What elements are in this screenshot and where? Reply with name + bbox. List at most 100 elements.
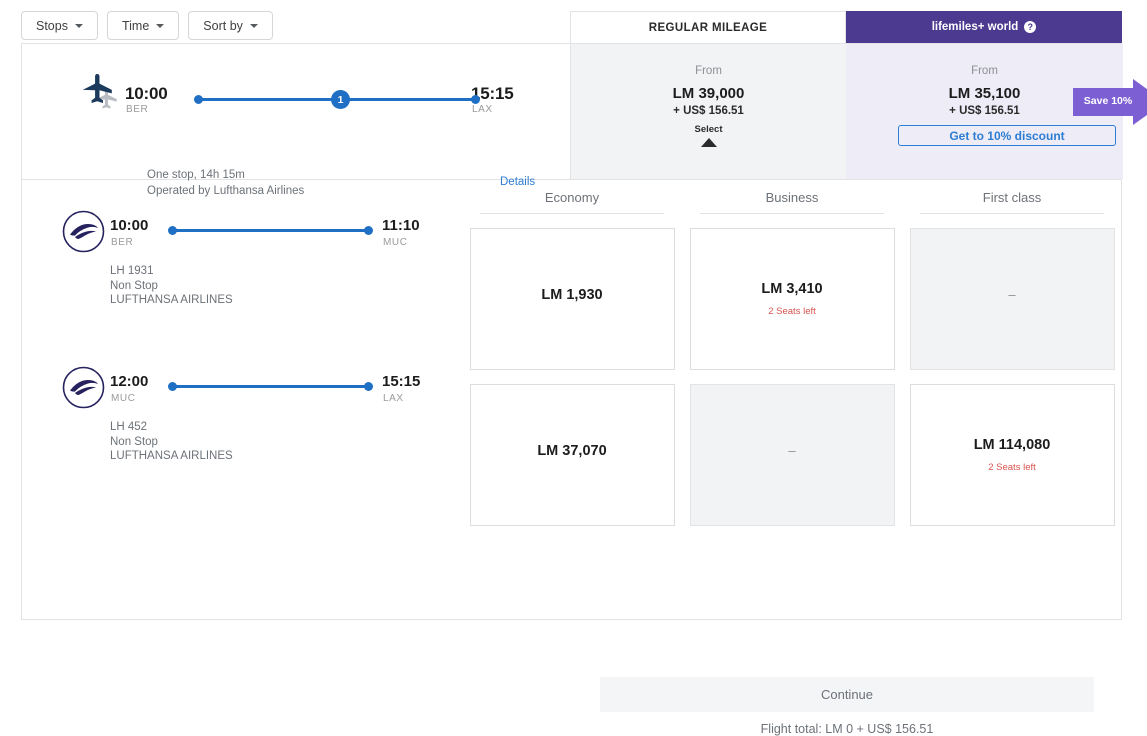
fare-option-seg2-economy[interactable]: LM 37,070 [469,384,675,526]
segment-route-line [168,381,373,392]
fare-option-seg1-business[interactable]: LM 3,410 2 Seats left [689,228,895,370]
fare-regular-cash: + US$ 156.51 [673,105,744,117]
cabin-class-header-business: Business [682,190,902,214]
fare-cell-container: LM 1,930 [462,228,682,370]
segment-arrive-code: MUC [383,237,408,248]
fare-panel-regular: From LM 39,000 + US$ 156.51 Select [570,44,846,179]
fare-price: – [1008,287,1016,302]
cabin-class-label: Business [765,190,819,205]
lufthansa-crane-logo-icon [62,210,105,253]
cabin-class-label: Economy [544,190,600,205]
segment-arrive-time: 11:10 [382,217,420,234]
segment-arrive-code: LAX [383,393,404,404]
fare-cell-container: LM 3,410 2 Seats left [682,228,902,370]
fare-plus-miles: LM 35,100 [948,85,1021,102]
segment-arrive-time: 15:15 [382,373,421,390]
flight-segment: 12:00 MUC 15:15 LAX LH 452 Non Stop LUFT… [22,361,462,471]
fare-regular-from-label: From [695,65,722,77]
seats-left: 2 Seats left [768,306,816,317]
segment-route-bar [173,385,368,388]
cabin-class-label: First class [982,190,1042,205]
segment-meta: LH 452 Non Stop LUFTHANSA AIRLINES [110,420,233,464]
segment-depart-time: 10:00 [110,217,149,234]
help-icon[interactable]: ? [1024,21,1037,33]
fare-price: LM 114,080 [973,437,1051,453]
fare-grid-row: LM 37,070 – LM 114,080 2 Seats left [462,384,1122,526]
fare-price: LM 37,070 [537,442,607,459]
flight-summary-row: 10:00 BER 15:15 LAX 1 One stop, 14h 15m … [22,44,1147,197]
fare-grid: LM 1,930 LM 3,410 2 Seats left – LM 37,0… [462,228,1122,540]
cabin-class-header-economy: Economy [462,190,682,214]
fare-regular-select-label[interactable]: Select [571,124,846,135]
fare-grid-row: LM 1,930 LM 3,410 2 Seats left – [462,228,1122,370]
stop-count-badge: 1 [331,90,350,109]
filter-time-button[interactable]: Time [106,11,180,40]
cabin-class-headers: Economy Business First class [462,190,1122,214]
tab-regular-mileage[interactable]: REGULAR MILEAGE [570,11,846,43]
continue-button[interactable]: Continue [600,677,1094,712]
select-triangle-icon[interactable] [700,138,717,147]
segment-dot-destination [364,226,373,235]
segment-route-bar [173,229,368,232]
segment-stops: Non Stop [110,279,158,292]
fare-cell-container: LM 37,070 [462,384,682,526]
tab-lifemiles-plus-world-label: lifemiles+ world [931,21,1019,33]
fare-option-seg1-economy[interactable]: LM 1,930 [469,228,675,370]
segment-flight-number: LH 452 [110,421,148,433]
fare-plus-from-label: From [971,65,998,77]
segment-depart-code: MUC [111,393,136,404]
header-rule [920,213,1104,214]
segment-dot-origin [168,382,177,391]
mileage-tabs: REGULAR MILEAGE lifemiles+ world ? [570,11,1122,43]
segment-flight-number: LH 1931 [110,265,154,277]
filter-stops-button[interactable]: Stops [21,11,98,40]
fare-regular-miles: LM 39,000 [672,85,745,102]
segment-airline: LUFTHANSA AIRLINES [110,294,233,306]
itinerary-summary: 10:00 BER 15:15 LAX 1 One stop, 14h 15m … [22,44,570,197]
seats-left: 2 Seats left [988,462,1036,473]
flight-detail-area: 10:00 BER 11:10 MUC LH 1931 Non Stop LUF… [22,180,1122,736]
chevron-down-icon [74,23,83,28]
segment-airline: LUFTHANSA AIRLINES [110,450,233,462]
fare-price: LM 3,410 [761,281,823,297]
filter-time-label: Time [121,18,150,33]
fare-cell-container: – [682,384,902,526]
fare-panel-lifemiles-plus: Save 10% From LM 35,100 + US$ 156.51 Get… [846,44,1147,179]
itinerary-depart-time: 10:00 [125,84,168,103]
chevron-down-icon [249,23,258,28]
get-discount-button[interactable]: Get to 10% discount [898,125,1116,146]
segment-depart-code: BER [111,237,134,248]
filter-sortby-button[interactable]: Sort by [188,11,273,40]
fare-plus-cash: + US$ 156.51 [949,105,1020,117]
cabin-class-header-first: First class [902,190,1122,214]
fare-option-seg2-business: – [689,384,895,526]
segment-stops: Non Stop [110,435,158,448]
filter-stops-label: Stops [36,18,68,33]
route-line: 1 [194,90,480,109]
itinerary-depart-code: BER [126,104,149,115]
fare-price: LM 1,930 [541,286,603,303]
fare-option-seg2-first[interactable]: LM 114,080 2 Seats left [909,384,1115,526]
route-dot-origin [194,95,203,104]
tab-lifemiles-plus-world[interactable]: lifemiles+ world ? [846,11,1122,43]
flight-result-card: 10:00 BER 15:15 LAX 1 One stop, 14h 15m … [21,43,1147,736]
filter-bar: Stops Time Sort by [21,11,273,40]
segment-route-line [168,225,373,236]
lufthansa-crane-logo-icon [62,366,105,409]
fare-option-seg1-first: – [909,228,1115,370]
segment-dot-origin [168,226,177,235]
fare-cell-container: – [902,228,1122,370]
airplane-icon [81,74,125,114]
header-rule [700,213,884,214]
fare-price: – [788,443,796,458]
flight-segment: 10:00 BER 11:10 MUC LH 1931 Non Stop LUF… [22,205,462,315]
tab-regular-mileage-label: REGULAR MILEAGE [648,21,768,34]
header-rule [480,213,664,214]
segment-meta: LH 1931 Non Stop LUFTHANSA AIRLINES [110,264,233,308]
chevron-down-icon [156,23,165,28]
route-dot-destination [471,95,480,104]
flight-total-text: Flight total: LM 0 + US$ 156.51 [760,722,934,736]
fare-cell-container: LM 114,080 2 Seats left [902,384,1122,526]
segment-dot-destination [364,382,373,391]
segment-depart-time: 12:00 [110,373,149,390]
